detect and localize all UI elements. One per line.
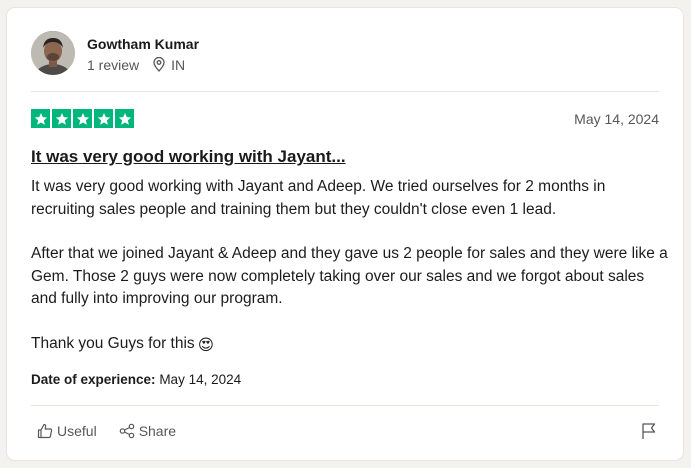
divider: [31, 405, 659, 406]
review-body: It was very good working with Jayant and…: [31, 176, 671, 379]
flag-icon: [642, 423, 656, 439]
reviewer-name[interactable]: Gowtham Kumar: [87, 35, 199, 53]
star-icon: [31, 109, 50, 128]
review-paragraph: After that we joined Jayant & Adeep and …: [31, 245, 668, 307]
experience-label: Date of experience:: [31, 372, 156, 387]
review-paragraph: It was very good working with Jayant and…: [31, 178, 606, 218]
review-actions: Useful Share: [37, 423, 198, 439]
reviewer-location: IN: [153, 56, 185, 74]
review-card: Gowtham Kumar 1 review IN May 14, 2024 I…: [6, 7, 684, 461]
review-date: May 14, 2024: [574, 111, 659, 127]
star-icon: [73, 109, 92, 128]
location-pin-icon: [153, 57, 165, 72]
star-icon: [94, 109, 113, 128]
useful-button[interactable]: Useful: [37, 423, 97, 439]
reviewer-country: IN: [171, 56, 186, 73]
review-count: 1 review: [87, 56, 140, 73]
star-icon: [115, 109, 134, 128]
star-rating: [31, 109, 134, 128]
share-label: Share: [138, 423, 177, 439]
thumbs-up-icon: [37, 423, 53, 439]
divider: [31, 91, 659, 92]
report-flag-button[interactable]: [641, 422, 657, 445]
star-icon: [52, 109, 71, 128]
experience-date: May 14, 2024: [159, 372, 242, 387]
review-paragraph: Thank you Guys for this 😍: [31, 333, 671, 358]
share-icon: [119, 423, 134, 439]
share-button[interactable]: Share: [119, 423, 176, 439]
heart-eyes-emoji: 😍: [197, 336, 214, 354]
avatar[interactable]: [31, 31, 75, 75]
reviewer-header[interactable]: Gowtham Kumar 1 review IN: [31, 31, 199, 75]
useful-label: Useful: [57, 423, 97, 439]
date-of-experience: Date of experience: May 14, 2024: [31, 372, 241, 387]
review-title[interactable]: It was very good working with Jayant...: [31, 147, 346, 167]
